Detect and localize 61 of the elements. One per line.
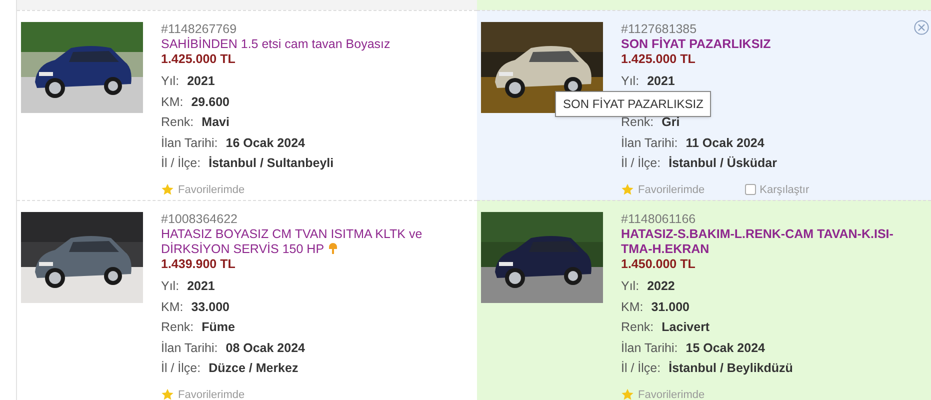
tooltip: SON FİYAT PAZARLIKSIZ xyxy=(555,90,712,116)
listing-id: #1127681385 xyxy=(621,22,698,37)
spec-label: İlan Tarihi: xyxy=(621,340,678,357)
listing-price: 1.425.000 TL xyxy=(621,52,696,67)
spec-label: Yıl: xyxy=(161,73,180,90)
spec-value: 29.600 xyxy=(191,94,230,111)
spec-value: Lacivert xyxy=(662,319,710,336)
spec-label: İl / İlçe: xyxy=(161,155,201,172)
listing-title[interactable]: SON FİYAT PAZARLIKSIZ xyxy=(621,37,921,52)
spec-label: Renk: xyxy=(621,319,654,336)
listing-id: #1148061166 xyxy=(621,212,697,227)
listing-price: 1.450.000 TL xyxy=(621,257,696,272)
spec-label: İl / İlçe: xyxy=(161,360,201,378)
spec-value: 2021 xyxy=(187,278,215,296)
listing-title[interactable]: HATASIZ BOYASIZ CM TVAN ISITMA KLTK ve DİRKSİYON SERVİS 150 HP xyxy=(161,227,461,257)
listing-price: 1.439.900 TL xyxy=(161,257,236,272)
spec-label: Renk: xyxy=(161,319,194,336)
star-icon[interactable] xyxy=(621,183,634,196)
spec-value: 31.000 xyxy=(651,298,690,316)
spec-label: Yıl: xyxy=(621,278,640,296)
spec-label: İlan Tarihi: xyxy=(161,134,218,152)
star-icon[interactable] xyxy=(161,183,174,196)
spec-value: Füme xyxy=(202,319,235,336)
listing-id: #1148267769 xyxy=(161,22,238,37)
spec-value: 2022 xyxy=(647,278,675,296)
spec-label: KM: xyxy=(621,298,644,316)
spec-value: 15 Ocak 2024 xyxy=(686,340,765,357)
spec-label: Renk: xyxy=(161,114,194,132)
spec-value: 2021 xyxy=(187,73,215,90)
spec-value: Mavi xyxy=(202,114,230,132)
spec-value: 2021 xyxy=(647,73,675,90)
spec-label: KM: xyxy=(161,298,184,316)
listing-price: 1.425.000 TL xyxy=(161,52,236,67)
spec-value: İstanbul / Beylikdüzü xyxy=(668,360,793,378)
spec-label: İl / İlçe: xyxy=(621,155,661,172)
spec-label: Yıl: xyxy=(621,73,640,90)
spec-label: İl / İlçe: xyxy=(621,360,661,378)
spec-label: Yıl: xyxy=(161,278,180,296)
close-icon[interactable] xyxy=(914,20,929,35)
spec-label: KM: xyxy=(161,94,184,111)
listing-id: #1008364622 xyxy=(161,212,238,227)
spec-value: 33.000 xyxy=(191,298,230,316)
spec-value: 11 Ocak 2024 xyxy=(686,134,764,152)
spec-value: İstanbul / Üsküdar xyxy=(668,155,777,172)
spec-value: Gri xyxy=(662,114,680,132)
spec-value: İstanbul / Sultanbeyli xyxy=(208,155,334,172)
compare-checkbox[interactable] xyxy=(744,184,756,196)
spec-label: Renk: xyxy=(621,114,654,132)
star-icon[interactable] xyxy=(161,388,174,400)
star-icon[interactable] xyxy=(621,388,634,400)
lamp-icon xyxy=(328,242,338,255)
spec-value: Düzce / Merkez xyxy=(208,360,298,378)
spec-label: İlan Tarihi: xyxy=(161,340,218,357)
spec-label: İlan Tarihi: xyxy=(621,134,678,152)
spec-value: 08 Ocak 2024 xyxy=(226,340,305,357)
listing-title[interactable]: HATASIZ-S.BAKIM-L.RENK-CAM TAVAN-K.ISI-TMA-H.EKRAN xyxy=(621,227,921,257)
listing-card[interactable]: #1148061166 HATASIZ-S.BAKIM-L.RENK-CAM TAVAN-K.ISI-TMA-H.EKRAN 1.450.000 TL Yıl: 2022 KM: 31.000 Renk: Lacivert İlan Tarihi: 15 Ocak 2024 İl / İlçe: İstanbul / Beylikdüzü Favorilerimde xyxy=(477,200,931,400)
spec-value: 16 Ocak 2024 xyxy=(226,134,305,152)
listing-card[interactable]: #1008364622 HATASIZ BOYASIZ CM TVAN ISITMA KLTK ve DİRKSİYON SERVİS 150 HP 1.439.900 TL Yıl: 2021 KM: 33.000 Renk: Füme İlan Tarihi: 08 Ocak 2024 İl / İlçe: Düzce / Merkez Favorilerimde xyxy=(17,200,477,400)
listing-title[interactable]: SAHİBİNDEN 1.5 etsi cam tavan Boyasız xyxy=(161,37,461,52)
listing-card[interactable]: #1127681385 SON FİYAT PAZARLIKSIZ 1.425.000 TL Yıl: 2021 SON FİYAT PAZARLIKSIZ Renk: Gri İlan Tarihi: 11 Ocak 2024 İl / İlçe: İstanbul / Üsküdar Favorilerimde Karşılaştır xyxy=(477,10,931,200)
